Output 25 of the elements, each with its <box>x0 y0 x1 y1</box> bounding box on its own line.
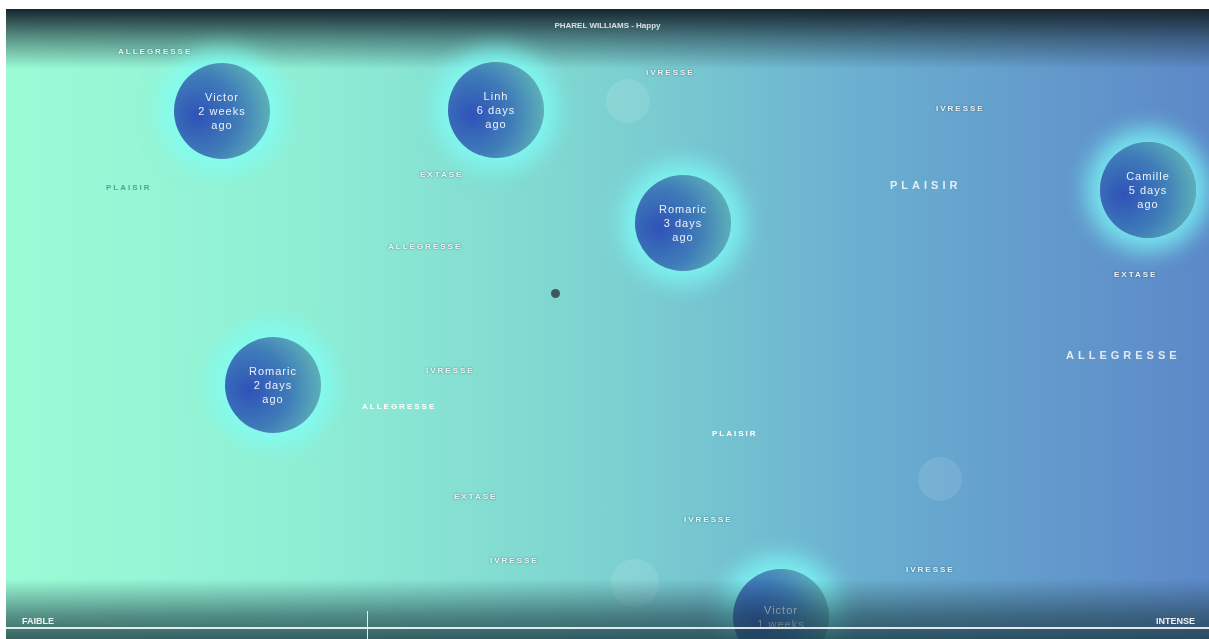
axis-marker[interactable] <box>367 611 368 639</box>
emotion-word: PLAISIR <box>106 182 152 194</box>
emotion-word: ALLEGRESSE <box>1066 348 1181 363</box>
person-bubble[interactable]: Linh 6 days ago <box>448 62 544 158</box>
person-bubble[interactable]: Camille 5 days ago <box>1100 142 1196 238</box>
emotion-word: IVRESSE <box>684 514 733 526</box>
emotion-word: IVRESSE <box>906 564 955 576</box>
emotion-word: EXTASE <box>454 491 498 503</box>
emotion-word: EXTASE <box>1114 269 1158 281</box>
emotion-word: PLAISIR <box>712 428 758 440</box>
axis-low-label: FAIBLE <box>22 615 54 628</box>
axis-high-label: INTENSE <box>1156 615 1195 628</box>
emotion-word: ALLEGRESSE <box>388 241 463 253</box>
song-title: PHAREL WILLIAMS - Happy <box>553 20 662 32</box>
emotion-word: ALLEGRESSE <box>362 401 437 413</box>
emotion-word: IVRESSE <box>426 365 475 377</box>
person-bubble[interactable]: Victor 2 weeks ago <box>174 63 270 159</box>
emotion-word: IVRESSE <box>490 555 539 567</box>
emotion-word: IVRESSE <box>646 67 695 79</box>
emotion-word: ALLEGRESSE <box>118 46 193 58</box>
person-bubble[interactable]: Romaric 2 days ago <box>225 337 321 433</box>
emotion-word: PLAISIR <box>890 178 962 193</box>
emotion-word: IVRESSE <box>936 103 985 115</box>
person-bubble[interactable]: Romaric 3 days ago <box>635 175 731 271</box>
emotion-word: EXTASE <box>420 169 464 181</box>
